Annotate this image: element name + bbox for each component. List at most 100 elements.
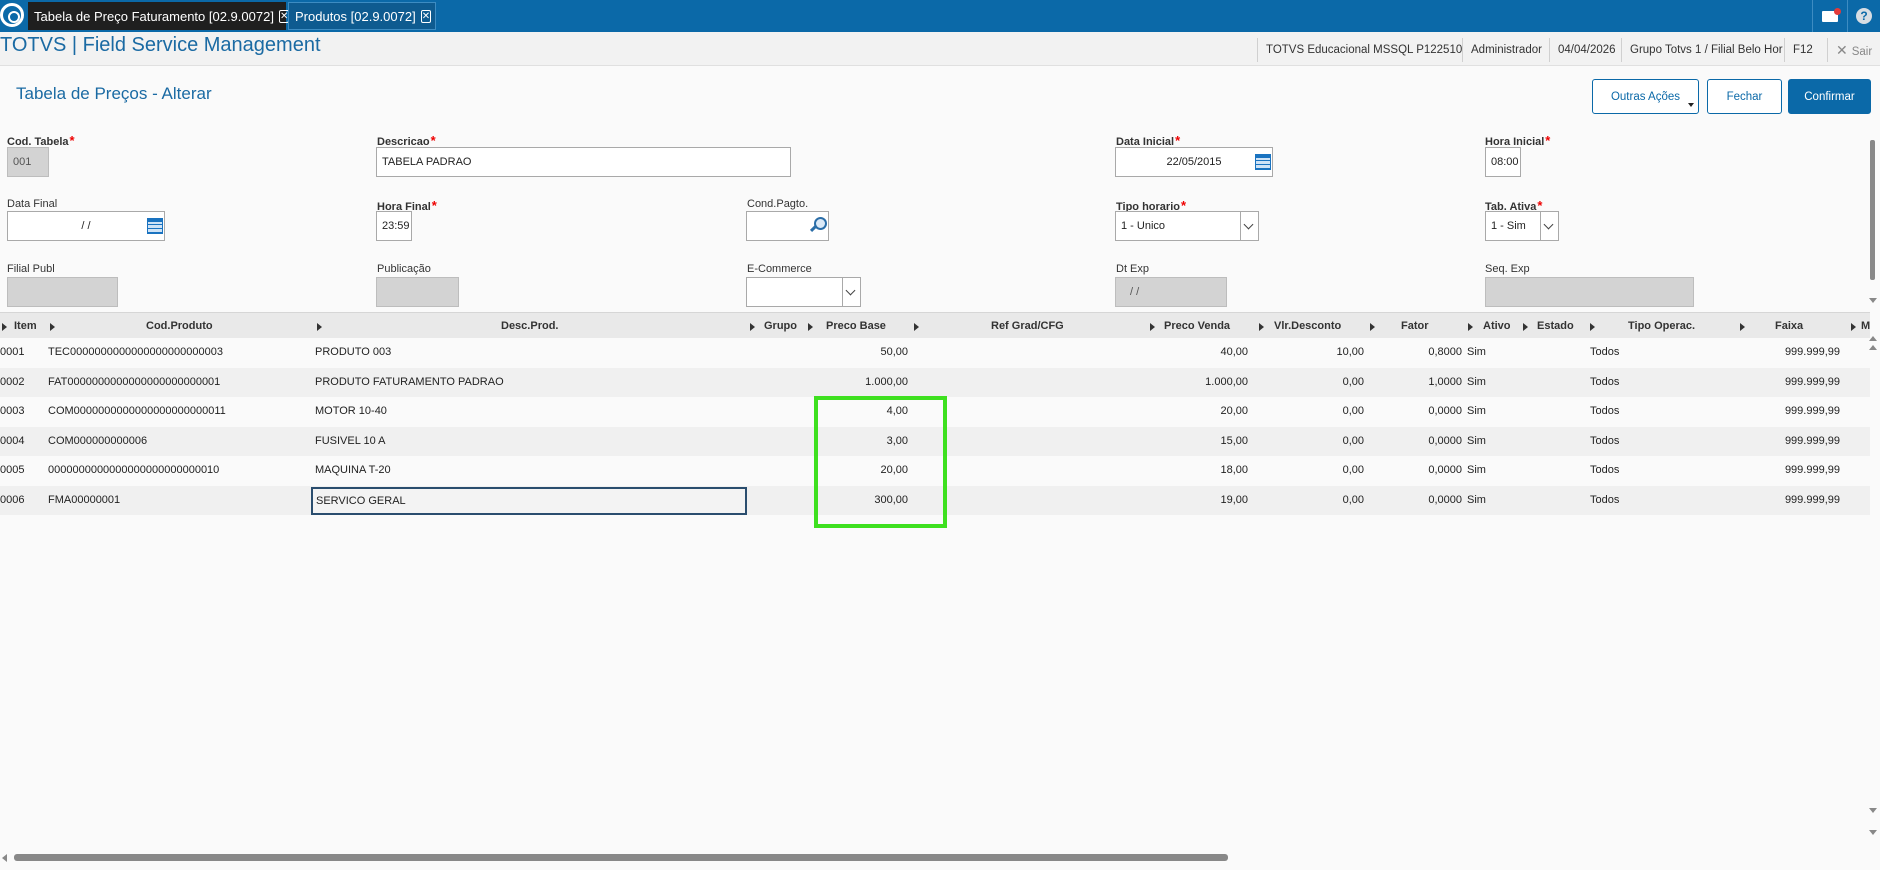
col-faixa[interactable]: Faixa [1775, 313, 1803, 339]
tipo-horario-select[interactable]: 1 - Unico [1115, 211, 1259, 241]
cod-tabela-field[interactable]: 001 [7, 147, 49, 177]
chevron-down-icon[interactable] [842, 278, 860, 306]
scroll-down-icon[interactable] [1869, 298, 1877, 303]
scroll-left-icon[interactable] [2, 854, 7, 862]
column-arrow-icon[interactable] [1150, 323, 1155, 331]
column-arrow-icon[interactable] [914, 323, 919, 331]
column-arrow-icon[interactable] [1523, 323, 1528, 331]
hora-inicial-label: Hora Inicial [1485, 133, 1550, 148]
cell-desc-prod-editing[interactable]: SERVICO GERAL [311, 486, 747, 515]
hora-final-field[interactable]: 23:59 [376, 211, 412, 241]
close-button[interactable]: Fechar [1707, 79, 1782, 114]
cell-ativo: Sim [1467, 493, 1486, 506]
other-actions-button[interactable]: Outras Ações [1592, 79, 1699, 114]
cell-desc-prod: PRODUTO FATURAMENTO PADRAO [315, 375, 504, 388]
column-arrow-icon[interactable] [1259, 323, 1264, 331]
descricao-field[interactable]: TABELA PADRAO [376, 147, 791, 177]
data-final-label: Data Final [7, 198, 58, 210]
column-arrow-icon[interactable] [1590, 323, 1595, 331]
cell-fator: 0,0000 [1428, 493, 1462, 506]
col-tipo-operac[interactable]: Tipo Operac. [1628, 313, 1695, 339]
column-arrow-icon[interactable] [1851, 323, 1856, 331]
tab-ativa-select[interactable]: 1 - Sim [1485, 211, 1559, 241]
environment-info[interactable]: TOTVS Educacional MSSQL P122510 [1257, 38, 1470, 62]
col-desc-prod[interactable]: Desc.Prod. [501, 313, 558, 339]
column-arrow-icon[interactable] [1468, 323, 1473, 331]
cell-preco-venda: 19,00 [1220, 493, 1248, 506]
col-ativo[interactable]: Ativo [1483, 313, 1511, 339]
exit-label: Sair [1851, 46, 1873, 58]
cell-desc-prod: MOTOR 10-40 [315, 405, 387, 417]
tab-produtos[interactable]: Produtos [02.9.0072] ✕ [288, 2, 436, 30]
cell-cod-produto: COM0000000000000000000000011 [48, 405, 226, 417]
cell-desc-prod: FUSIVEL 10 A [315, 434, 386, 447]
column-arrow-icon[interactable] [2, 323, 7, 331]
table-row[interactable]: 0002 FAT0000000000000000000000001 PRODUT… [0, 367, 1870, 397]
chevron-down-icon[interactable] [1240, 212, 1258, 240]
ecommerce-select[interactable] [746, 277, 861, 307]
cell-preco-venda: 20,00 [1220, 405, 1248, 417]
column-arrow-icon[interactable] [1370, 323, 1375, 331]
column-arrow-icon[interactable] [317, 323, 322, 331]
cell-vlr-desconto: 0,00 [1342, 493, 1364, 506]
mail-icon [1821, 7, 1841, 22]
filial-publ-label: Filial Publ [7, 263, 55, 275]
cell-ativo: Sim [1467, 346, 1486, 358]
table-row[interactable]: 0001 TEC0000000000000000000000003 PRODUT… [0, 338, 1870, 368]
branch-info[interactable]: Grupo Totvs 1 / Filial Belo Hor [1621, 38, 1791, 62]
chevron-down-icon[interactable] [1540, 212, 1558, 240]
close-icon[interactable]: ✕ [420, 9, 432, 23]
col-ref-grad[interactable]: Ref Grad/CFG [991, 313, 1064, 339]
confirm-button[interactable]: Confirmar [1788, 79, 1871, 114]
publicacao-field[interactable] [376, 277, 459, 307]
filial-publ-field[interactable] [7, 277, 118, 307]
cell-faixa: 999.999,99 [1784, 405, 1840, 417]
dt-exp-field[interactable]: / / [1115, 277, 1227, 307]
calendar-icon[interactable] [1255, 154, 1271, 170]
cell-vlr-desconto: 10,00 [1336, 346, 1364, 358]
scroll-up-icon[interactable] [1869, 345, 1877, 350]
scrollbar-thumb[interactable] [14, 854, 1228, 861]
exit-button[interactable]: ✕ Sair [1827, 38, 1880, 62]
cell-item: 0002 [0, 375, 25, 388]
cell-fator: 0,8000 [1428, 346, 1462, 358]
col-preco-venda[interactable]: Preco Venda [1164, 313, 1230, 339]
close-icon: ✕ [1836, 42, 1848, 58]
col-item[interactable]: Item [14, 313, 37, 339]
col-cod-produto[interactable]: Cod.Produto [146, 313, 213, 339]
column-arrow-icon[interactable] [50, 323, 55, 331]
cell-vlr-desconto: 0,00 [1342, 405, 1364, 417]
cell-item: 0005 [0, 464, 25, 476]
cell-preco-base: 50,00 [880, 346, 908, 358]
cell-cod-produto: COM000000000006 [48, 434, 148, 447]
seq-exp-field[interactable] [1485, 277, 1694, 307]
horizontal-scrollbar[interactable] [0, 852, 1870, 864]
column-arrow-icon[interactable] [808, 323, 813, 331]
search-icon[interactable] [808, 216, 827, 234]
f12-shortcut[interactable]: F12 [1784, 38, 1821, 62]
data-inicial-field[interactable]: 22/05/2015 [1115, 147, 1273, 177]
column-arrow-icon[interactable] [750, 323, 755, 331]
tab-label: Produtos [02.9.0072] [295, 8, 416, 24]
column-arrow-icon[interactable] [1740, 323, 1745, 331]
hora-inicial-field[interactable]: 08:00 [1485, 147, 1521, 177]
highlight-box [814, 396, 947, 528]
col-fator[interactable]: Fator [1401, 313, 1429, 339]
col-estado[interactable]: Estado [1537, 313, 1574, 339]
user-info[interactable]: Administrador [1462, 38, 1550, 62]
help-button[interactable]: ? [1847, 0, 1880, 32]
scroll-down-icon[interactable] [1869, 830, 1877, 835]
data-final-field[interactable]: / / [7, 211, 165, 241]
scroll-up-icon[interactable] [1869, 336, 1877, 341]
col-grupo[interactable]: Grupo [764, 313, 797, 339]
cell-cod-produto: FAT0000000000000000000000001 [48, 375, 221, 388]
tab-tabela-preco[interactable]: Tabela de Preço Faturamento [02.9.0072] … [28, 2, 290, 30]
notifications-button[interactable] [1812, 0, 1846, 32]
scroll-down-icon[interactable] [1869, 808, 1877, 813]
col-vlr-desconto[interactable]: Vlr.Desconto [1274, 313, 1341, 339]
col-preco-base[interactable]: Preco Base [826, 313, 886, 339]
date-info[interactable]: 04/04/2026 [1549, 38, 1624, 62]
scrollbar-thumb[interactable] [1870, 140, 1875, 280]
vertical-scrollbar[interactable] [1866, 140, 1880, 870]
calendar-icon[interactable] [147, 218, 163, 234]
